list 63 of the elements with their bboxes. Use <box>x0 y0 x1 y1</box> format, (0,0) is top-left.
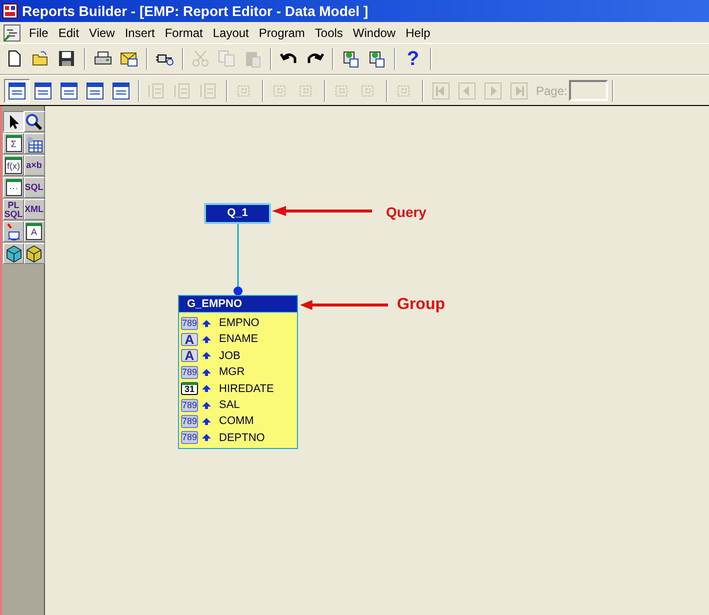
datatype-icon: 789 <box>181 316 198 330</box>
column-name: DEPTNO <box>219 430 265 446</box>
page-navigation-icon <box>431 80 451 100</box>
clipboard-icon <box>243 49 263 69</box>
query-box[interactable]: Q_1 <box>204 203 271 224</box>
datatype-icon: 31 <box>181 382 198 396</box>
app-icon <box>2 3 18 19</box>
menu-item[interactable]: View <box>84 24 120 42</box>
cube-icon <box>25 244 43 262</box>
tool-label: a×b <box>25 161 43 170</box>
view-icon <box>111 80 131 100</box>
datatype-icon: 789 <box>181 415 198 428</box>
view-icon <box>33 80 53 100</box>
menu-item[interactable]: Format <box>160 24 208 42</box>
menu-item[interactable]: Program <box>254 24 310 42</box>
menu-item[interactable]: Window <box>348 24 401 42</box>
cube-icon <box>4 244 22 262</box>
menu-item[interactable]: Tools <box>310 24 348 42</box>
view-icon <box>7 80 27 100</box>
menu-item[interactable]: File <box>24 24 54 42</box>
page-field[interactable] <box>569 80 608 101</box>
group-name: G_EMPNO <box>187 296 242 312</box>
palette-tool[interactable] <box>3 111 24 132</box>
tool-label: XML <box>24 205 44 214</box>
menu-item[interactable]: Insert <box>120 24 160 42</box>
tool-label: SQL <box>24 183 44 192</box>
page-navigation-icon <box>483 80 503 100</box>
document-icon <box>3 24 21 42</box>
window-title: Reports Builder - [EMP: Report Editor - Data Model ] <box>22 2 368 21</box>
scissors-icon <box>191 49 211 69</box>
group-box[interactable]: G_EMPNO 789 EMPNO A ENAME A JOB 789 MGR 31 HIREDATE 789 SAL 789 COMM 789 DEPTNO <box>178 295 298 450</box>
cup-icon <box>4 222 22 240</box>
table-icon <box>25 134 43 152</box>
group-annotation: Group <box>397 295 445 315</box>
palette-tool[interactable]: SQL <box>24 177 44 198</box>
column-name: ENAME <box>219 332 258 348</box>
column-name: JOB <box>219 348 240 364</box>
copy-icon <box>217 49 237 69</box>
page-navigation-icon <box>509 80 529 100</box>
datatype-icon: 789 <box>181 398 198 412</box>
column-name: COMM <box>219 414 254 430</box>
view-icon <box>59 80 79 100</box>
query-name: Q_1 <box>227 206 248 222</box>
view-icon <box>85 80 105 100</box>
page-label: Page: <box>536 82 568 100</box>
column-name: SAL <box>219 398 240 413</box>
help-button[interactable]: ? <box>400 47 426 71</box>
page-navigation-icon <box>457 80 477 100</box>
query-annotation: Query <box>386 203 426 222</box>
column-name: HIREDATE <box>219 382 274 397</box>
view-icon-button[interactable] <box>4 78 30 102</box>
palette-tool[interactable]: XML <box>24 199 44 220</box>
datatype-icon: A <box>181 349 198 362</box>
datatype-icon: 789 <box>181 431 198 444</box>
menu-item[interactable]: Edit <box>53 24 84 42</box>
magnifier-icon <box>25 112 43 130</box>
menu-item[interactable]: Layout <box>208 24 254 42</box>
column-name: EMPNO <box>219 316 260 331</box>
menu-item[interactable]: Help <box>400 24 436 42</box>
column-name: MGR <box>219 365 245 380</box>
palette-tool[interactable]: a×b <box>24 155 44 176</box>
datatype-icon: 789 <box>181 366 198 379</box>
datatype-icon: A <box>181 333 198 346</box>
